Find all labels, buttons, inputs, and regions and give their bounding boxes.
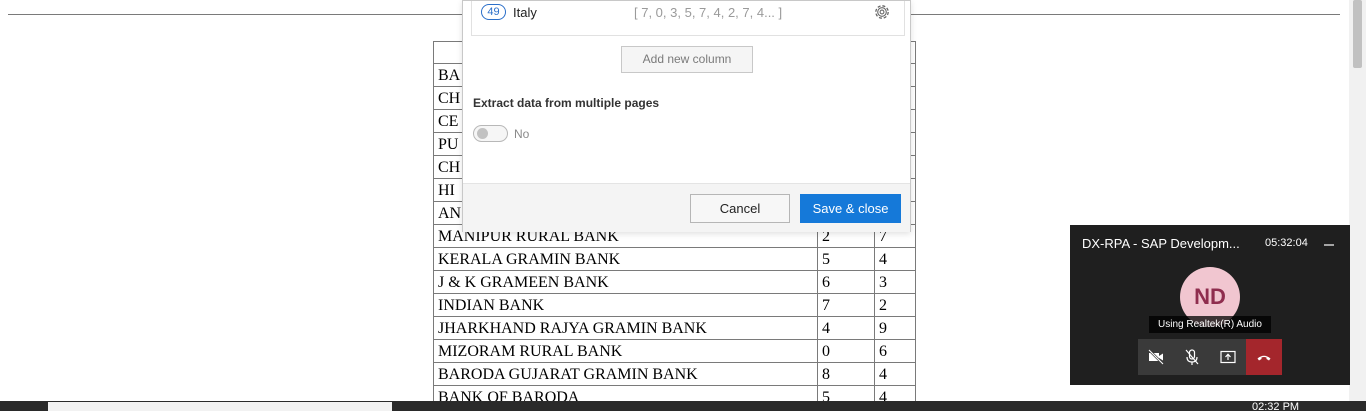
hang-up-icon (1257, 355, 1271, 361)
column-count-badge: 49 (481, 4, 506, 20)
toggle-knob (477, 128, 488, 139)
table-row: JHARKHAND RAJYA GRAMIN BANK 4 9 (433, 316, 916, 340)
call-timer: 05:32:04 (1265, 237, 1308, 249)
vertical-scrollbar[interactable] (1349, 0, 1366, 401)
value-b-cell: 9 (874, 316, 916, 340)
extract-data-dialog: 49 Italy [ 7, 0, 3, 5, 7, 4, 2, 7, 4... … (462, 0, 911, 232)
value-a-cell: 4 (817, 316, 875, 340)
value-a-cell: 0 (817, 339, 875, 363)
value-a-cell: 6 (817, 270, 875, 294)
multiple-pages-toggle[interactable] (473, 125, 508, 142)
table-row: J & K GRAMEEN BANK 6 3 (433, 270, 916, 294)
value-a-cell: 5 (817, 247, 875, 271)
table-row: KERALA GRAMIN BANK 5 4 (433, 247, 916, 271)
bank-name-cell: JHARKHAND RAJYA GRAMIN BANK (433, 316, 818, 340)
microphone-off-icon (1185, 349, 1199, 365)
add-new-column-button[interactable]: Add new column (621, 46, 753, 73)
mute-button[interactable] (1174, 339, 1210, 375)
bank-name-cell: MIZORAM RURAL BANK (433, 339, 818, 363)
value-b-cell: 3 (874, 270, 916, 294)
audio-device-label: Using Realtek(R) Audio (1149, 316, 1271, 333)
hang-up-button[interactable] (1246, 339, 1282, 375)
multiple-pages-label: Extract data from multiple pages (473, 96, 660, 110)
bank-name-cell: BARODA GUJARAT GRAMIN BANK (433, 362, 818, 386)
share-screen-icon (1220, 350, 1236, 364)
column-name: Italy (513, 5, 537, 20)
column-row[interactable]: 49 Italy [ 7, 0, 3, 5, 7, 4, 2, 7, 4... … (471, 1, 905, 36)
camera-off-icon (1148, 349, 1164, 365)
call-widget: DX-RPA - SAP Developm... 05:32:04 ND Usi… (1070, 225, 1350, 385)
cancel-button[interactable]: Cancel (690, 194, 790, 223)
scrollbar-thumb[interactable] (1353, 0, 1362, 68)
value-b-cell: 4 (874, 247, 916, 271)
call-controls (1138, 339, 1282, 375)
call-title: DX-RPA - SAP Developm... (1082, 236, 1240, 251)
gear-icon[interactable] (872, 2, 892, 22)
value-b-cell: 4 (874, 362, 916, 386)
save-and-close-button[interactable]: Save & close (800, 194, 901, 223)
table-row: INDIAN BANK 7 2 (433, 293, 916, 317)
camera-off-button[interactable] (1138, 339, 1174, 375)
multiple-pages-value: No (514, 127, 530, 141)
bank-name-cell: INDIAN BANK (433, 293, 818, 317)
table-row: BARODA GUJARAT GRAMIN BANK 8 4 (433, 362, 916, 386)
value-a-cell: 8 (817, 362, 875, 386)
value-b-cell: 6 (874, 339, 916, 363)
dialog-footer: Cancel Save & close (463, 183, 910, 232)
column-values-preview: [ 7, 0, 3, 5, 7, 4, 2, 7, 4... ] (634, 5, 783, 20)
bank-name-cell: KERALA GRAMIN BANK (433, 247, 818, 271)
table-row: MIZORAM RURAL BANK 0 6 (433, 339, 916, 363)
taskbar-search-box[interactable] (48, 402, 392, 411)
taskbar-clock: 02:32 PM (1252, 401, 1300, 411)
taskbar: 02:32 PM (0, 401, 1366, 411)
share-screen-button[interactable] (1210, 339, 1246, 375)
value-b-cell: 2 (874, 293, 916, 317)
bank-name-cell: J & K GRAMEEN BANK (433, 270, 818, 294)
minimize-icon[interactable] (1323, 235, 1335, 249)
value-a-cell: 7 (817, 293, 875, 317)
